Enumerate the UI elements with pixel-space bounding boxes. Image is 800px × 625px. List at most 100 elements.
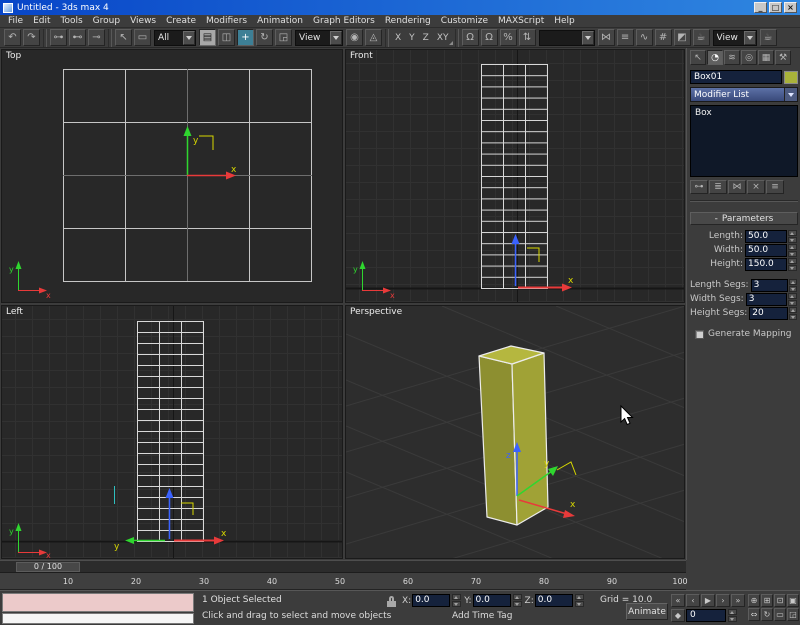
menu-views[interactable]: Views <box>125 16 161 26</box>
restrict-y-button[interactable]: Y <box>405 29 419 47</box>
motion-tab[interactable]: ◎ <box>741 50 757 65</box>
menu-graph-editors[interactable]: Graph Editors <box>308 16 380 26</box>
viewport-front-label[interactable]: Front <box>350 51 373 61</box>
object-name-field[interactable]: Box01 <box>690 70 782 84</box>
menu-modifiers[interactable]: Modifiers <box>201 16 252 26</box>
undo-icon[interactable]: ↶ <box>4 29 21 46</box>
spinner-arrows[interactable] <box>788 257 797 271</box>
viewport-front[interactable]: Front x y x <box>345 49 685 303</box>
spinner-snap-icon[interactable]: ⇅ <box>518 29 536 46</box>
use-pivot-center-icon[interactable]: ◉ <box>346 29 363 46</box>
menu-rendering[interactable]: Rendering <box>380 16 436 26</box>
previous-frame-button[interactable]: ‹ <box>686 594 700 607</box>
modifier-stack[interactable]: Box <box>690 105 798 177</box>
z-coordinate-field[interactable]: 0.0 <box>534 594 573 607</box>
timeline-tick[interactable]: 40 <box>238 577 306 586</box>
spinner-arrows[interactable] <box>788 229 797 243</box>
generate-mapping-checkbox[interactable] <box>695 329 704 339</box>
viewport-left-label[interactable]: Left <box>6 307 23 317</box>
timeline-tick[interactable]: 30 <box>170 577 238 586</box>
viewport-top[interactable]: Top y x y x <box>1 49 343 303</box>
selection-lock-icon[interactable] <box>386 595 399 608</box>
maxscript-listener-input[interactable] <box>2 613 194 624</box>
select-and-move-icon[interactable]: + <box>237 29 254 46</box>
angle-snap-icon[interactable]: Ω <box>480 29 498 46</box>
menu-tools[interactable]: Tools <box>56 16 88 26</box>
move-gizmo[interactable]: y x <box>183 126 238 180</box>
add-time-tag[interactable]: Add Time Tag <box>452 611 512 621</box>
menu-create[interactable]: Create <box>161 16 201 26</box>
height-field[interactable]: 150.0 <box>745 257 787 271</box>
spinner-arrows[interactable] <box>574 594 584 607</box>
modify-tab[interactable]: ◔ <box>707 50 723 65</box>
pin-stack-icon[interactable]: ⊶ <box>690 180 708 194</box>
select-object-icon[interactable]: ↖ <box>115 29 132 46</box>
zoom-extents-icon[interactable]: ⊡ <box>774 594 786 607</box>
spinner-arrows[interactable] <box>789 278 797 292</box>
reference-coordsys-combo[interactable]: View <box>295 29 343 46</box>
go-to-end-button[interactable]: » <box>731 594 745 607</box>
play-button[interactable]: ▶ <box>701 594 715 607</box>
zoom-extents-all-icon[interactable]: ▣ <box>787 594 799 607</box>
perspective-viewport-canvas[interactable]: z y x <box>346 306 685 559</box>
percent-snap-icon[interactable]: % <box>499 29 517 46</box>
select-and-scale-icon[interactable]: ◲ <box>275 29 292 46</box>
named-selection-sets-combo[interactable] <box>538 29 595 46</box>
close-button[interactable]: × <box>784 2 797 13</box>
min-max-toggle-icon[interactable]: ◲ <box>787 608 799 621</box>
length-segs-field[interactable]: 3 <box>750 278 789 292</box>
width-field[interactable]: 50.0 <box>745 243 787 257</box>
menu-file[interactable]: File <box>3 16 28 26</box>
time-ruler[interactable]: 10 20 30 40 50 60 70 80 90 100 <box>0 573 688 590</box>
current-frame-field[interactable]: 0 <box>686 609 726 622</box>
mirror-icon[interactable]: ⋈ <box>597 29 615 46</box>
restrict-x-button[interactable]: X <box>391 29 405 47</box>
x-coordinate-field[interactable]: 0.0 <box>412 594 451 607</box>
remove-modifier-icon[interactable]: × <box>747 180 765 194</box>
selection-filter-combo[interactable]: All <box>154 29 196 46</box>
create-tab[interactable]: ↖ <box>690 50 706 65</box>
width-segs-field[interactable]: 3 <box>745 292 788 306</box>
pan-icon[interactable]: ⇔ <box>748 608 760 621</box>
select-by-name-icon[interactable]: ▤ <box>199 29 216 46</box>
timeline-tick[interactable]: 70 <box>442 577 510 586</box>
box-object[interactable] <box>478 345 549 526</box>
next-frame-button[interactable]: › <box>716 594 730 607</box>
schematic-view-icon[interactable]: # <box>654 29 672 46</box>
arc-rotate-icon[interactable]: ↻ <box>761 608 773 621</box>
track-bar[interactable]: 0 / 100 <box>0 560 686 573</box>
spinner-arrows[interactable] <box>452 594 462 607</box>
timeline-tick[interactable]: 60 <box>374 577 442 586</box>
make-unique-icon[interactable]: ⋈ <box>728 180 746 194</box>
quick-render-icon[interactable]: ☕ <box>759 29 777 46</box>
spinner-arrows[interactable] <box>512 594 522 607</box>
select-and-manipulate-icon[interactable]: ◬ <box>365 29 382 46</box>
spinner-arrows[interactable] <box>728 609 737 622</box>
menu-group[interactable]: Group <box>88 16 125 26</box>
snap-toggle-icon[interactable]: Ω <box>461 29 479 46</box>
timeline-tick[interactable]: 20 <box>102 577 170 586</box>
align-icon[interactable]: ≡ <box>616 29 634 46</box>
viewport-left[interactable]: Left y x y x <box>1 305 343 559</box>
front-viewport-canvas[interactable]: x y x <box>346 50 685 303</box>
key-mode-toggle[interactable]: ◆ <box>671 609 685 622</box>
viewport-perspective[interactable]: Perspective z y x <box>345 305 685 559</box>
parameters-rollout-header[interactable]: - Parameters <box>690 212 798 225</box>
render-scene-icon[interactable]: ☕ <box>692 29 710 46</box>
viewport-top-label[interactable]: Top <box>6 51 21 61</box>
timeline-tick[interactable]: 10 <box>34 577 102 586</box>
zoom-all-icon[interactable]: ⊞ <box>761 594 773 607</box>
restrict-xy-plane-button[interactable]: XY <box>433 29 453 47</box>
stack-item-box[interactable]: Box <box>691 106 797 120</box>
spinner-arrows[interactable] <box>788 243 797 257</box>
unlink-selection-icon[interactable]: ⊷ <box>69 29 86 46</box>
menu-animation[interactable]: Animation <box>252 16 308 26</box>
top-viewport-canvas[interactable]: y x y x <box>2 50 343 303</box>
render-type-combo[interactable]: View <box>712 29 757 46</box>
material-editor-icon[interactable]: ◩ <box>673 29 691 46</box>
show-end-result-icon[interactable]: ≣ <box>709 180 727 194</box>
maximize-button[interactable]: □ <box>769 2 782 13</box>
left-viewport-canvas[interactable]: y x y x <box>2 306 343 559</box>
viewport-perspective-label[interactable]: Perspective <box>350 307 402 317</box>
select-and-link-icon[interactable]: ⊶ <box>50 29 67 46</box>
